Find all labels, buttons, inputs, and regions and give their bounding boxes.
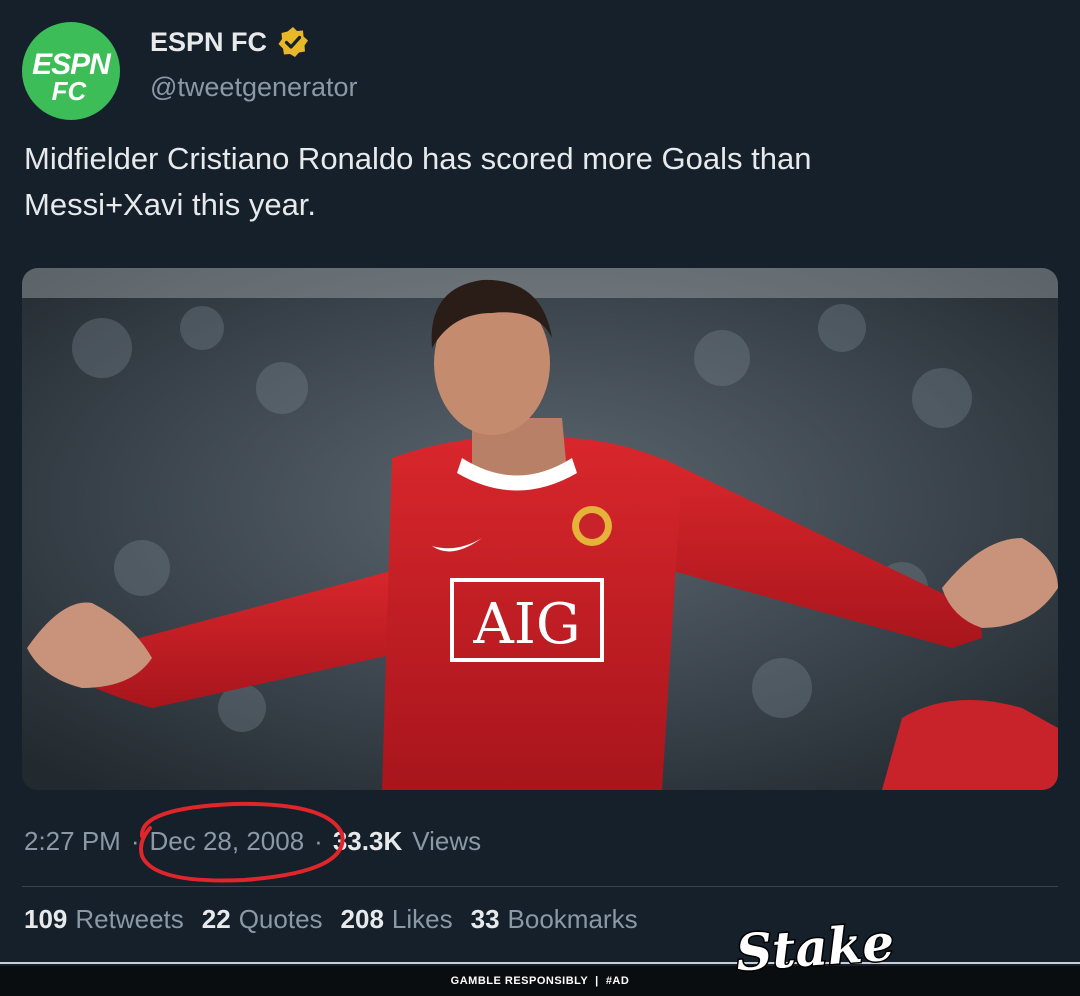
author-name-text: ESPN FC (150, 26, 268, 57)
quotes-stat[interactable]: 22 Quotes (202, 904, 323, 935)
avatar-logo-bottom: FC (52, 76, 88, 106)
tweet-stats-row: 109 Retweets 22 Quotes 208 Likes 33 Bookmark… (24, 904, 656, 935)
verified-badge-icon (277, 26, 309, 58)
tweet-text: Midfielder Cristiano Ronaldo has scored … (24, 136, 1054, 228)
meta-separator-2: · (314, 826, 323, 856)
author-avatar[interactable]: ESPN FC (22, 22, 120, 120)
retweets-label: Retweets (75, 904, 184, 934)
tweet-text-line-2: Messi+Xavi this year. (24, 187, 317, 222)
views-count[interactable]: 33.3K (333, 826, 402, 857)
likes-stat[interactable]: 208 Likes (341, 904, 453, 935)
tweet-meta-row: 2:27 PM · Dec 28, 2008 · 33.3K Views (24, 826, 481, 857)
divider (22, 886, 1058, 887)
tweet-date[interactable]: Dec 28, 2008 (150, 826, 305, 857)
bookmarks-stat[interactable]: 33 Bookmarks (471, 904, 638, 935)
tweet-text-line-1: Midfielder Cristiano Ronaldo has scored … (24, 141, 812, 176)
likes-label: Likes (391, 904, 453, 934)
likes-count: 208 (340, 904, 384, 934)
meta-separator: · (130, 826, 140, 856)
ad-disclaimer-text: GAMBLE RESPONSIBLY | #AD (450, 975, 630, 987)
tweet-time[interactable]: 2:27 PM (24, 826, 121, 857)
author-handle[interactable]: @tweetgenerator (150, 72, 358, 103)
retweets-stat[interactable]: 109 Retweets (24, 904, 184, 935)
views-label[interactable]: Views (412, 826, 481, 857)
quotes-count: 22 (201, 904, 231, 934)
bookmarks-label: Bookmarks (507, 904, 638, 934)
tweet-media-image[interactable]: AIG (22, 268, 1058, 790)
shirt-sponsor-text: AIG (472, 592, 580, 657)
author-display-name[interactable]: ESPN FC (150, 26, 309, 58)
bottom-divider (0, 962, 1080, 964)
ad-disclaimer-bar: GAMBLE RESPONSIBLY | #AD (0, 966, 1080, 996)
quotes-label: Quotes (238, 904, 323, 934)
bookmarks-count: 33 (470, 904, 500, 934)
stake-logo[interactable]: Stake (733, 911, 898, 984)
retweets-count: 109 (24, 904, 68, 934)
